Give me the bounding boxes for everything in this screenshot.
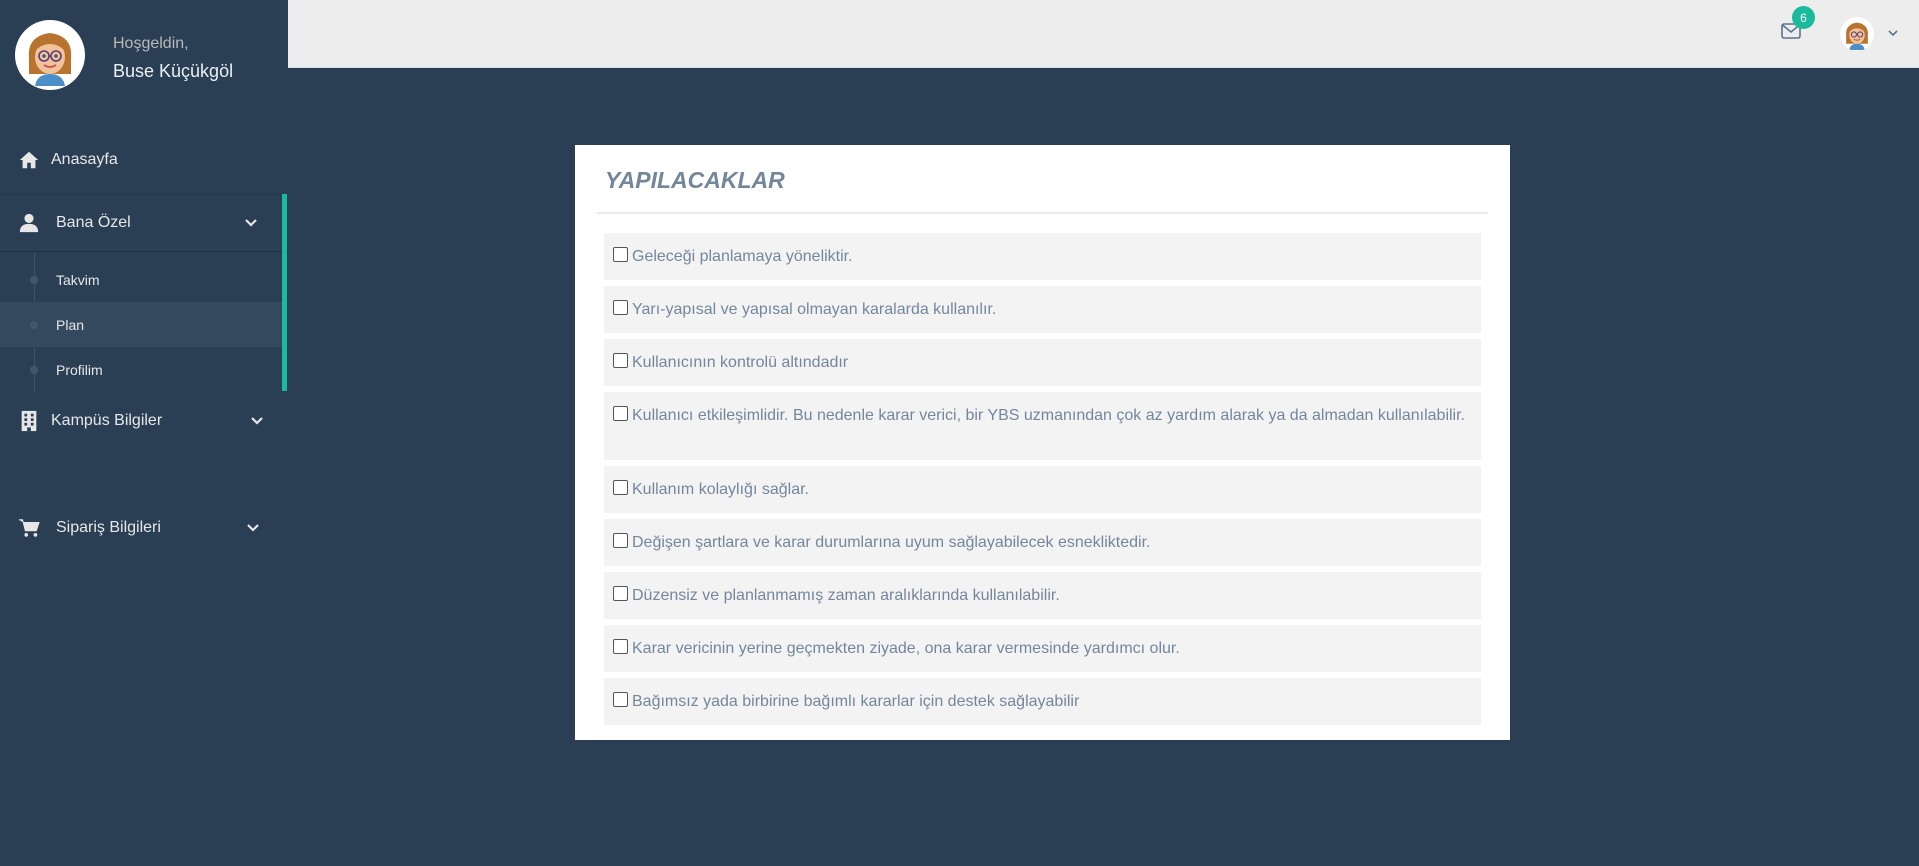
submenu-item-takvim[interactable]: Takvim	[0, 257, 282, 302]
bullet-dot	[30, 320, 38, 329]
sidebar: Hoşgeldin, Buse Küçükgöl Anasayfa Bana Ö…	[0, 0, 288, 866]
todo-item[interactable]: Kullanıcının kontrolü altındadır	[604, 339, 1481, 386]
chevron-down-icon	[247, 524, 259, 532]
todo-checkbox[interactable]	[613, 639, 628, 654]
home-icon	[19, 151, 39, 169]
todo-text: Kullanıcı etkileşimlidir. Bu nedenle kar…	[632, 407, 1465, 424]
bullet-dot	[30, 365, 38, 374]
menu-item-label: Anasayfa	[51, 151, 118, 168]
todo-checkbox[interactable]	[613, 586, 628, 601]
todo-checkbox[interactable]	[613, 300, 628, 315]
submenu-bana-ozel: Takvim Plan Profilim	[0, 253, 282, 391]
chevron-down-icon	[251, 417, 263, 425]
todo-text: Düzensiz ve planlanmamış zaman aralıklar…	[632, 587, 1060, 604]
notification-badge: 6	[1792, 6, 1815, 29]
shopping-cart-icon	[18, 519, 40, 537]
todo-text: Kullanıcının kontrolü altındadır	[632, 354, 849, 371]
todo-checkbox[interactable]	[613, 533, 628, 548]
todo-checkbox[interactable]	[613, 406, 628, 421]
submenu-label: Profilim	[56, 361, 103, 378]
panel-title: YAPILACAKLAR	[605, 167, 785, 193]
active-indicator	[282, 194, 287, 391]
submenu-label: Plan	[56, 316, 85, 333]
todo-checkbox[interactable]	[613, 353, 628, 368]
username: Buse Küçükgöl	[113, 61, 234, 81]
divider	[597, 212, 1488, 214]
building-icon	[21, 410, 37, 432]
menu-item-label: Sipariş Bilgileri	[56, 519, 161, 536]
avatar-illustration-icon	[19, 24, 81, 86]
profile-block: Hoşgeldin, Buse Küçükgöl	[0, 0, 288, 100]
todo-text: Karar vericinin yerine geçmekten ziyade,…	[632, 640, 1180, 657]
todo-text: Değişen şartlara ve karar durumlarına uy…	[632, 534, 1151, 551]
chevron-down-icon	[245, 219, 257, 227]
todo-item[interactable]: Değişen şartlara ve karar durumlarına uy…	[604, 519, 1481, 566]
submenu-item-profilim[interactable]: Profilim	[0, 347, 282, 392]
menu-item-anasayfa[interactable]: Anasayfa	[0, 130, 288, 190]
todo-item[interactable]: Düzensiz ve planlanmamış zaman aralıklar…	[604, 572, 1481, 619]
bullet-dot	[30, 275, 38, 284]
top-navbar	[288, 0, 1919, 68]
todo-item[interactable]: Geleceği planlamaya yöneliktir.	[604, 233, 1481, 280]
avatar-illustration-icon	[1841, 18, 1873, 50]
todo-text: Bağımsız yada birbirine bağımlı kararlar…	[632, 693, 1080, 710]
submenu-label: Takvim	[56, 271, 100, 288]
todo-item[interactable]: Kullanıcı etkileşimlidir. Bu nedenle kar…	[604, 392, 1481, 460]
menu-item-label: Kampüs Bilgiler	[51, 412, 163, 429]
chevron-down-icon[interactable]	[1887, 27, 1899, 39]
todo-item[interactable]: Yarı-yapısal ve yapısal olmayan karalard…	[604, 286, 1481, 333]
todo-item[interactable]: Bağımsız yada birbirine bağımlı kararlar…	[604, 678, 1481, 725]
todo-item[interactable]: Kullanım kolaylığı sağlar.	[604, 466, 1481, 513]
todo-checkbox[interactable]	[613, 692, 628, 707]
todo-text: Geleceği planlamaya yöneliktir.	[632, 248, 853, 265]
menu-item-label: Bana Özel	[56, 214, 131, 231]
todo-text: Kullanım kolaylığı sağlar.	[632, 481, 809, 498]
menu-item-kampus-bilgiler[interactable]: Kampüs Bilgiler	[0, 391, 288, 451]
user-avatar[interactable]	[1840, 17, 1874, 51]
todo-checkbox[interactable]	[613, 247, 628, 262]
avatar[interactable]	[15, 20, 85, 90]
todo-panel: YAPILACAKLAR Geleceği planlamaya yönelik…	[575, 145, 1510, 740]
todo-list: Geleceği planlamaya yöneliktir. Yarı-yap…	[604, 233, 1481, 731]
user-icon	[19, 213, 39, 233]
submenu-item-plan[interactable]: Plan	[0, 302, 282, 347]
welcome-text: Hoşgeldin,	[113, 35, 189, 52]
todo-item[interactable]: Karar vericinin yerine geçmekten ziyade,…	[604, 625, 1481, 672]
todo-checkbox[interactable]	[613, 480, 628, 495]
menu-item-bana-ozel[interactable]: Bana Özel	[0, 194, 288, 252]
menu-item-siparis-bilgileri[interactable]: Sipariş Bilgileri	[0, 498, 288, 558]
todo-text: Yarı-yapısal ve yapısal olmayan karalard…	[632, 301, 997, 318]
